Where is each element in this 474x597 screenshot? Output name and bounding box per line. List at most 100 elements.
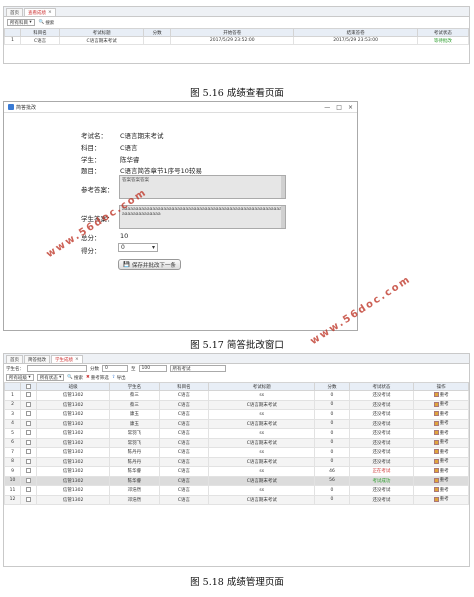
tab-home[interactable]: 首页 [6,8,23,16]
score-to-input[interactable]: 100 [138,365,167,372]
score-from-input[interactable]: 0 [102,365,128,372]
cell-status: 还没考试 [348,456,415,467]
score-table: 科目名 考试标题 分数 开始答卷 结束答卷 考试状态 1 C语言 C语言期末考试… [4,28,470,45]
retake-button[interactable]: 重考 [433,449,449,455]
cell-checkbox[interactable] [20,485,37,496]
cell-checkbox[interactable] [20,390,37,401]
checkbox[interactable] [26,468,31,474]
table-row[interactable]: 1 C语言 C语言期末考试 2017/5/29 23:52:00 2017/5/… [4,36,470,45]
close-icon[interactable]: × [75,357,79,362]
tab-home[interactable]: 首页 [6,355,23,363]
exam-select[interactable]: 所有考试 [169,365,226,372]
score-filter-label: 分数 [90,366,99,372]
retake-button[interactable]: 重考 [433,439,449,445]
tab-view-scores[interactable]: 查看成绩 × [24,8,56,16]
cell-checkbox[interactable] [20,494,37,505]
cell-checkbox[interactable] [20,409,37,420]
table-row[interactable]: 9 信管1302 陈华睿 C语言 ss 46 正在考试 重考 [4,466,469,477]
table-row[interactable]: 8 信管1302 陈丹丹 C语言 C语言期末考试 0 还没考试 重考 [4,456,469,467]
cell-score: 0 [314,447,350,458]
close-icon[interactable]: × [348,104,353,111]
class-select[interactable]: 所有班级 ▾ [6,374,34,381]
close-icon[interactable]: × [48,10,52,15]
export-button[interactable]: ⇪ 导出 [112,375,126,381]
tab-student-scores[interactable]: 学生成绩 × [51,355,83,363]
minimize-icon[interactable]: — [324,104,330,111]
checkbox[interactable] [26,458,31,464]
table-row[interactable]: 7 信管1302 陈丹丹 C语言 ss 0 还没考试 重考 [4,447,469,458]
scrollbar[interactable] [281,206,285,228]
checkbox[interactable] [26,487,31,493]
checkbox[interactable] [26,411,31,417]
retake-button[interactable]: 重考 [433,392,449,398]
table-row[interactable]: 4 信管1302 康玉 C语言 C语言期末考试 0 还没考试 重考 [4,418,469,429]
retake-button[interactable]: 重考 [433,411,449,417]
subject-select[interactable]: 所有科目 ▾ [7,19,35,26]
checkbox[interactable] [26,449,31,455]
col-checkbox[interactable] [20,382,37,391]
cell-checkbox[interactable] [20,456,37,467]
score-to-label: 至 [131,366,136,372]
retake-button[interactable]: 重考 [433,401,449,407]
scrollbar[interactable] [281,176,285,198]
table-row[interactable]: 1 信管1302 蔡三 C语言 ss 0 还没考试 重考 [4,390,469,401]
retake-button[interactable]: 重考 [433,430,449,436]
cell-subject: C语言 [158,399,210,410]
table-header: 班级 学生名 科目名 考试标题 分数 考试状态 操作 [4,382,469,391]
retake-label: 重考筛选 [90,375,109,381]
status-select[interactable]: 所有状态 ▾ [36,374,65,381]
table-row[interactable]: 12 信管1302 邓浩然 C语言 C语言期末考试 0 还没考试 重考 [4,494,469,505]
retake-button[interactable]: 重考 [433,477,449,483]
student-answer-box[interactable]: aaaaaaaaaaaaaaaaaaaaaaaaaaaaaaaaaaaaaaaa… [119,205,286,229]
cell-checkbox[interactable] [20,418,37,429]
retake-filter-button[interactable]: ✖ 重考筛选 [86,375,109,381]
score-label: 得分： [81,247,101,255]
maximize-icon[interactable]: □ [336,104,342,111]
cell-checkbox[interactable] [20,447,37,458]
checkbox[interactable] [26,430,31,436]
table-row[interactable]: 11 信管1302 邓浩然 C语言 ss 0 还没考试 重考 [4,485,469,496]
question-label: 题目： [81,167,101,175]
retake-label: 重考 [439,497,449,502]
cell-class: 信管1302 [35,390,111,401]
col-title: 考试标题 [208,382,316,391]
table-row[interactable]: 2 信管1302 蔡三 C语言 C语言期末考试 0 还没考试 重考 [4,399,469,410]
cell-checkbox[interactable] [20,428,37,439]
cell-checkbox[interactable] [20,466,37,477]
tab-grading[interactable]: 简答批改 [24,355,50,363]
cell-student: 康玉 [109,409,160,420]
checkbox[interactable] [26,439,31,445]
edit-icon [433,401,439,407]
table-row[interactable]: 5 信管1302 常羽飞 C语言 ss 0 还没考试 重考 [4,428,469,439]
checkbox[interactable] [26,477,31,483]
cell-checkbox[interactable] [20,475,37,486]
search-button[interactable]: 🔍 搜索 [39,20,55,26]
cell-subject: C语言 [158,485,210,496]
retake-button[interactable]: 重考 [433,496,449,502]
table-row[interactable]: 3 信管1302 康玉 C语言 ss 0 还没考试 重考 [4,409,469,420]
retake-button[interactable]: 重考 [433,420,449,426]
retake-button[interactable]: 重考 [433,458,449,464]
checkbox[interactable] [26,401,31,407]
cell-status: 还没考试 [348,485,415,496]
checkbox[interactable] [26,383,31,389]
cell-index: 11 [4,485,21,496]
search-button[interactable]: 🔍 搜索 [67,375,83,381]
checkbox[interactable] [26,420,31,426]
retake-button[interactable]: 重考 [433,468,449,474]
cell-checkbox[interactable] [20,437,37,448]
table-row[interactable]: 10 信管1302 陈华睿 C语言 C语言期末考试 56 考试成功 重考 [4,475,469,486]
score-dropdown[interactable]: 0 ▾ [118,243,158,252]
student-name-input[interactable] [27,365,87,372]
save-and-next-button[interactable]: 💾 保存并批改下一条 [118,259,181,270]
table-row[interactable]: 6 信管1302 常羽飞 C语言 C语言期末考试 0 还没考试 重考 [4,437,469,448]
cell-checkbox[interactable] [20,399,37,410]
cell-title: C语言期末考试 [208,437,316,448]
toolbar: 所有科目 ▾ 🔍 搜索 [4,17,469,28]
cell-status: 还没考试 [348,399,415,410]
checkbox[interactable] [26,392,31,398]
cell-index: 4 [4,418,21,429]
checkbox[interactable] [26,496,31,502]
retake-button[interactable]: 重考 [433,487,449,493]
cell-index: 6 [4,437,21,448]
